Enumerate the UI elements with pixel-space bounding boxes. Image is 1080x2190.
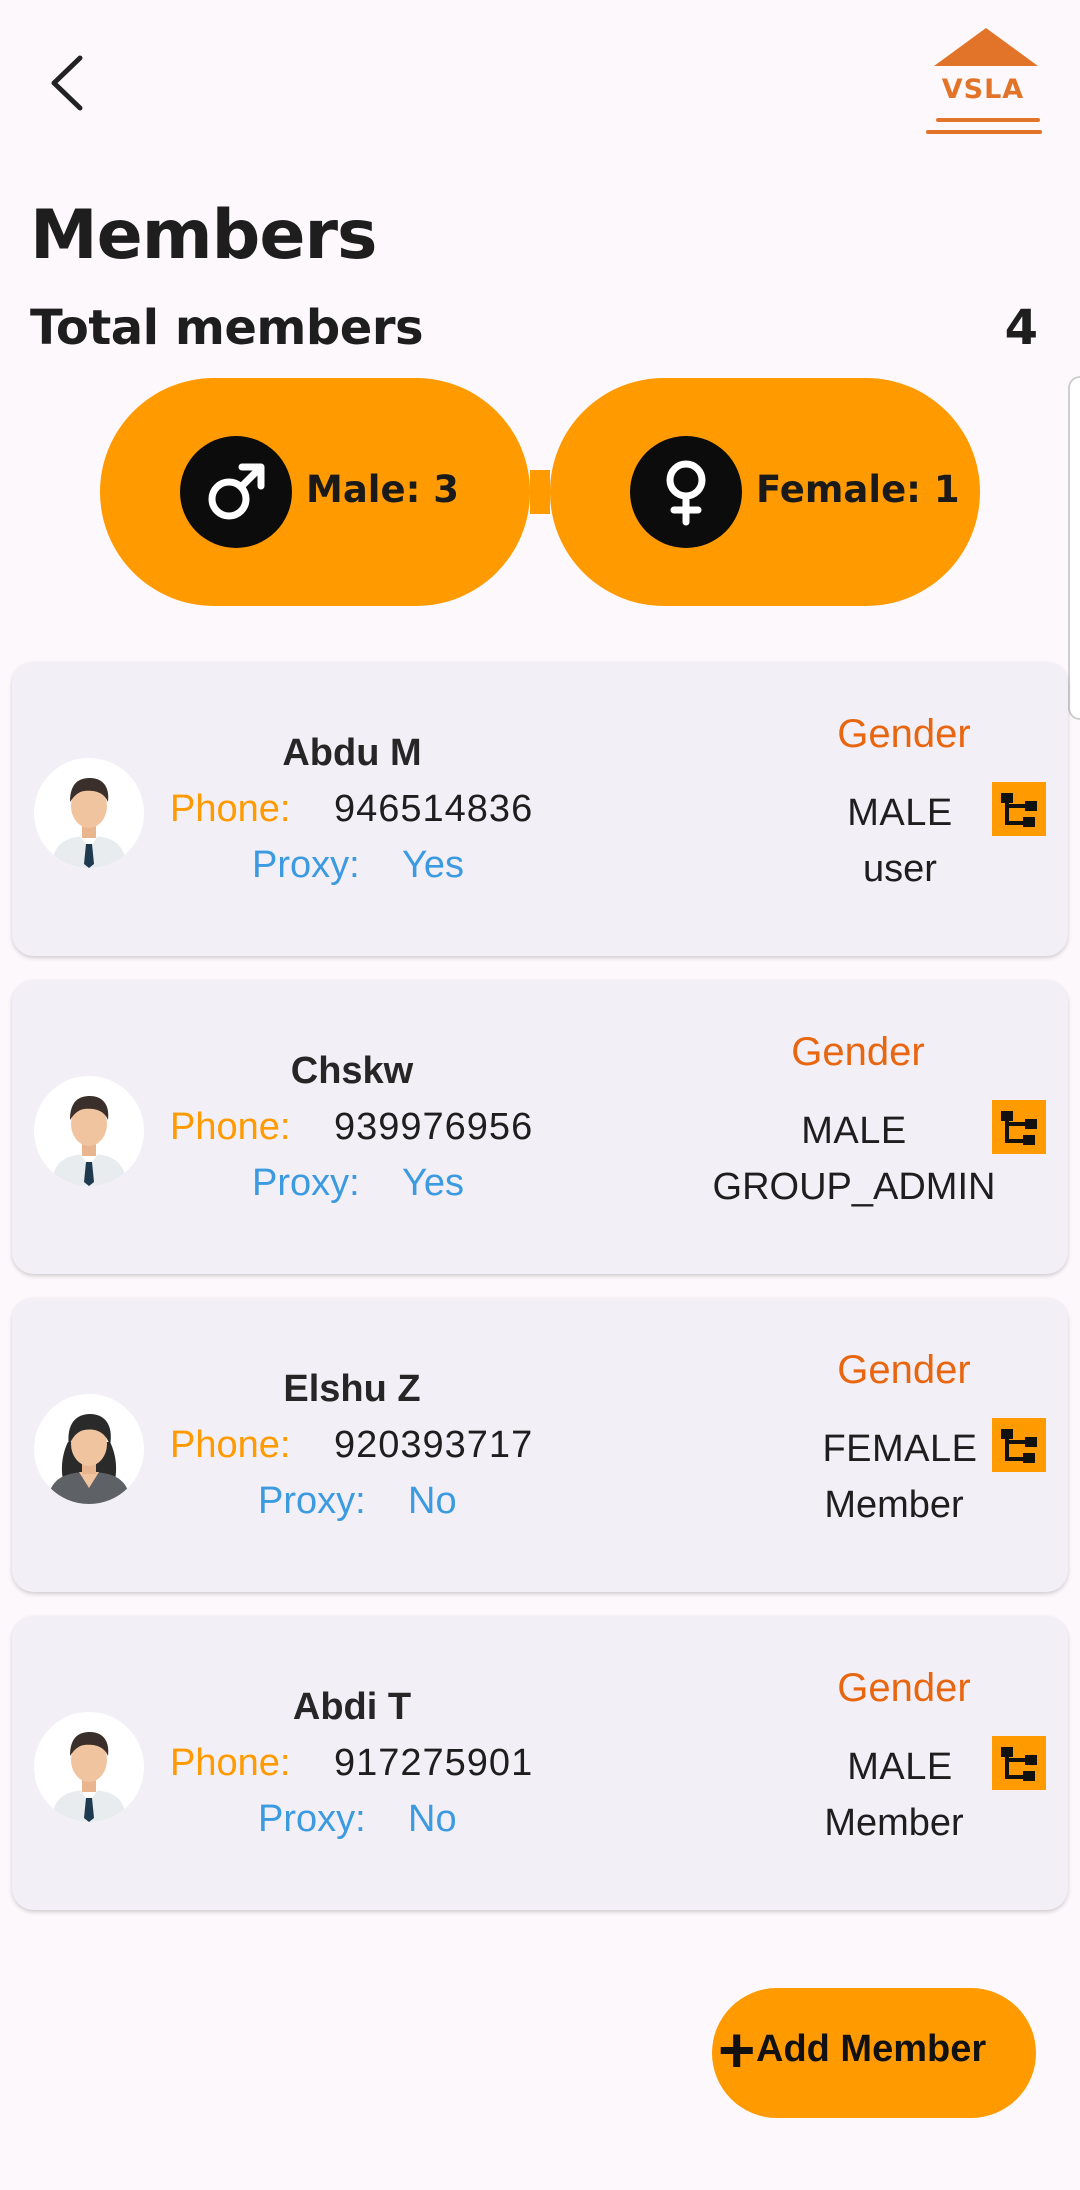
role-value: user [863, 848, 937, 890]
female-count-pill: Female: 1 [550, 378, 980, 606]
add-member-button[interactable]: + Add Member [712, 1988, 1036, 2118]
proxy-label: Proxy: [252, 844, 360, 886]
hierarchy-icon [1001, 1747, 1037, 1781]
total-members-label: Total members [30, 300, 424, 356]
member-card[interactable]: Chskw Phone: 939976956 Proxy: Yes Gender… [12, 980, 1068, 1274]
hierarchy-button[interactable] [992, 782, 1046, 836]
pill-connector [530, 470, 550, 514]
proxy-value: No [408, 1480, 457, 1522]
plus-icon: + [718, 2014, 756, 2086]
scrollbar[interactable] [1068, 376, 1080, 720]
proxy-label: Proxy: [252, 1162, 360, 1204]
proxy-value: Yes [402, 1162, 464, 1204]
male-avatar-icon [34, 1076, 144, 1186]
phone-label: Phone: [170, 788, 291, 830]
female-avatar-icon [34, 1394, 144, 1504]
gender-label: Gender [837, 1348, 971, 1392]
phone-value: 917275901 [334, 1742, 534, 1784]
member-card[interactable]: Abdi T Phone: 917275901 Proxy: No Gender… [12, 1616, 1068, 1910]
member-name: Abdi T [292, 1686, 412, 1728]
member-name: Abdu M [282, 732, 422, 774]
male-count-label: Male: 3 [306, 468, 459, 511]
member-name: Elshu Z [283, 1368, 421, 1410]
hierarchy-icon [1001, 793, 1037, 827]
logo-text: VSLA [941, 74, 1025, 105]
member-card[interactable]: Abdu M Phone: 946514836 Proxy: Yes Gende… [12, 662, 1068, 956]
phone-value: 920393717 [334, 1424, 534, 1466]
gender-label: Gender [791, 1030, 925, 1074]
phone-label: Phone: [170, 1424, 291, 1466]
chevron-left-icon [51, 55, 83, 111]
add-member-label: Add Member [756, 2028, 987, 2070]
hierarchy-button[interactable] [992, 1736, 1046, 1790]
gender-value: MALE [801, 1110, 907, 1152]
role-value: Member [824, 1484, 964, 1526]
vsla-logo: VSLA [922, 26, 1044, 138]
role-value: GROUP_ADMIN [712, 1166, 996, 1208]
male-avatar-icon [34, 758, 144, 868]
member-name: Chskw [290, 1050, 414, 1092]
member-card[interactable]: Elshu Z Phone: 920393717 Proxy: No Gende… [12, 1298, 1068, 1592]
proxy-label: Proxy: [258, 1798, 366, 1840]
phone-value: 946514836 [334, 788, 534, 830]
hierarchy-icon [1001, 1111, 1037, 1145]
gender-label: Gender [837, 712, 971, 756]
hierarchy-button[interactable] [992, 1418, 1046, 1472]
proxy-value: No [408, 1798, 457, 1840]
proxy-value: Yes [402, 844, 464, 886]
phone-label: Phone: [170, 1106, 291, 1148]
hierarchy-icon [1001, 1429, 1037, 1463]
page-title: Members [30, 196, 377, 275]
gender-label: Gender [837, 1666, 971, 1710]
phone-label: Phone: [170, 1742, 291, 1784]
female-symbol-icon [630, 436, 742, 548]
male-count-pill: Male: 3 [100, 378, 530, 606]
proxy-label: Proxy: [258, 1480, 366, 1522]
male-symbol-icon [180, 436, 292, 548]
hierarchy-button[interactable] [992, 1100, 1046, 1154]
phone-value: 939976956 [334, 1106, 534, 1148]
male-avatar-icon [34, 1712, 144, 1822]
role-value: Member [824, 1802, 964, 1844]
back-button[interactable] [40, 48, 100, 118]
female-count-label: Female: 1 [756, 468, 960, 511]
total-members-count: 4 [1004, 300, 1038, 356]
